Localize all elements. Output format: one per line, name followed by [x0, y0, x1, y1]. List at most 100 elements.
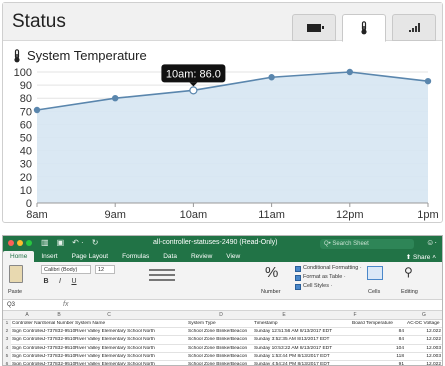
zoom-window-button[interactable]	[26, 240, 32, 246]
table-cell[interactable]: Serial Number	[43, 321, 75, 326]
table-cell[interactable]: J-737832-9510	[43, 346, 75, 351]
redo-icon[interactable]: ↻	[92, 238, 99, 247]
conditional-formatting-button[interactable]: Conditional Formatting ·	[295, 264, 362, 273]
share-button[interactable]: ⬆ Share ˄	[406, 253, 436, 261]
table-cell[interactable]: 12.022	[407, 337, 441, 342]
table-cell[interactable]: 91	[352, 362, 404, 365]
save-icon[interactable]: ▣	[57, 238, 65, 247]
tab-formulas[interactable]: Formulas	[115, 251, 156, 262]
table-cell[interactable]: J-737832-9510	[43, 337, 75, 342]
table-cell[interactable]: J-737832-9510	[43, 329, 75, 334]
editing-label: Editing	[401, 289, 418, 295]
table-cell[interactable]: J-737832-9510	[43, 354, 75, 359]
row-number[interactable]: 2	[3, 328, 11, 337]
table-cell[interactable]: 118	[352, 354, 404, 359]
table-cell[interactable]: 84	[352, 329, 404, 334]
number-label: Number	[261, 289, 281, 295]
format-buttons: B I U	[41, 278, 79, 285]
format-as-table-button[interactable]: Format as Table ·	[295, 273, 362, 282]
row-number[interactable]: 5	[3, 352, 11, 361]
table-cell[interactable]: System Name	[75, 321, 188, 326]
y-tick-label: 10	[20, 185, 32, 197]
table-cell[interactable]: School Zone BlinkerBeacon	[188, 362, 254, 365]
table-cell[interactable]: 84	[352, 337, 404, 342]
column-header-e[interactable]: E	[274, 312, 294, 318]
row-number[interactable]: 4	[3, 344, 11, 353]
table-cell[interactable]: 12.022	[407, 362, 441, 365]
undo-icon[interactable]: ↶ ·	[72, 238, 84, 247]
column-headers: A B C D E F G	[3, 311, 442, 320]
table-cell[interactable]: Sunday 12:51:56 AM 8/13/2017 EDT	[254, 329, 352, 334]
tab-insert[interactable]: Insert	[34, 251, 64, 262]
search-sheet-input[interactable]: Q• Search Sheet	[320, 238, 414, 249]
x-tick-label: 9am	[104, 209, 125, 221]
table-cell[interactable]: School Zone BlinkerBeacon	[188, 337, 254, 342]
table-cell[interactable]: Timestamp	[254, 321, 352, 326]
tab-home[interactable]: Home	[3, 251, 35, 262]
account-icon[interactable]: ☺·	[426, 238, 437, 247]
table-cell[interactable]: Board Temperature	[352, 321, 404, 326]
table-cell[interactable]: Sign Controller	[12, 329, 43, 334]
table-cell[interactable]: River Valley Elementary School North	[75, 337, 188, 342]
data-point	[424, 77, 432, 85]
table-cell[interactable]: School Zone BlinkerBeacon	[188, 346, 254, 351]
sidebar-icon[interactable]: ▥	[41, 238, 49, 247]
table-cell[interactable]: 12.022	[407, 329, 441, 334]
x-tick-label: 11am	[258, 209, 285, 221]
table-cell[interactable]: River Valley Elementary School North	[75, 329, 188, 334]
table-cell[interactable]: River Valley Elementary School North	[75, 346, 188, 351]
table-cell[interactable]: System Type	[188, 321, 254, 326]
table-cell[interactable]: Sunday 4:54:24 PM 8/13/2017 EDT	[254, 362, 352, 365]
italic-button[interactable]: I	[55, 278, 65, 285]
column-header-c[interactable]: C	[99, 312, 119, 318]
table-cell[interactable]: River Valley Elementary School North	[75, 354, 188, 359]
underline-button[interactable]: U	[69, 278, 79, 285]
cell-styles-button[interactable]: Cell Styles ·	[295, 282, 362, 291]
tab-data[interactable]: Data	[156, 251, 184, 262]
row-number[interactable]: 3	[3, 336, 11, 345]
font-family-select[interactable]: Calibri (Body)	[41, 265, 91, 274]
cells-icon[interactable]	[367, 266, 383, 280]
column-header-f[interactable]: F	[345, 312, 365, 318]
tab-view[interactable]: View	[219, 251, 247, 262]
y-tick-label: 100	[14, 67, 32, 79]
table-cell[interactable]: Sunday 1:53:44 PM 8/13/2017 EDT	[254, 354, 352, 359]
fx-label[interactable]: fx	[63, 301, 68, 308]
table-cell[interactable]: 12.003	[407, 346, 441, 351]
close-window-button[interactable]	[8, 240, 14, 246]
data-point	[111, 94, 119, 102]
y-tick-label: 80	[20, 93, 32, 105]
percent-style-button[interactable]: %	[265, 264, 278, 281]
name-box[interactable]: Q3	[7, 302, 37, 308]
tab-page-layout[interactable]: Page Layout	[65, 251, 116, 262]
column-header-d[interactable]: D	[211, 312, 231, 318]
table-cell[interactable]: Sign Controller	[12, 337, 43, 342]
format-as-table-icon	[295, 274, 301, 281]
bold-button[interactable]: B	[41, 278, 51, 285]
table-cell[interactable]: Sign Controller	[12, 362, 43, 365]
table-cell[interactable]: Sunday 3:52:35 AM 8/13/2017 EDT	[254, 337, 352, 342]
y-tick-label: 30	[20, 159, 32, 171]
table-cell[interactable]: J-737832-9510	[43, 362, 75, 365]
table-cell[interactable]: 104	[352, 346, 404, 351]
table-cell[interactable]: Sign Controller	[12, 354, 43, 359]
column-header-a[interactable]: A	[17, 312, 37, 318]
font-size-select[interactable]: 12	[95, 265, 115, 274]
alignment-icon[interactable]	[149, 266, 175, 290]
search-icon[interactable]: ⚲	[404, 265, 413, 279]
table-cell[interactable]: River Valley Elementary School North	[75, 362, 188, 365]
table-cell[interactable]: Controller Name	[12, 321, 43, 326]
table-cell[interactable]: School Zone BlinkerBeacon	[188, 329, 254, 334]
column-header-g[interactable]: G	[414, 312, 434, 318]
table-cell[interactable]: Sign Controller	[12, 346, 43, 351]
table-cell[interactable]: 12.003	[407, 354, 441, 359]
row-number[interactable]: 1	[3, 320, 11, 329]
column-header-b[interactable]: B	[49, 312, 69, 318]
table-cell[interactable]: AC-DC Voltage	[407, 321, 441, 326]
minimize-window-button[interactable]	[17, 240, 23, 246]
table-cell[interactable]: Sunday 10:53:22 AM 8/13/2017 EDT	[254, 346, 352, 351]
row-number[interactable]: 6	[3, 360, 11, 365]
tab-review[interactable]: Review	[184, 251, 219, 262]
paste-icon[interactable]	[9, 265, 23, 283]
table-cell[interactable]: School Zone BlinkerBeacon	[188, 354, 254, 359]
